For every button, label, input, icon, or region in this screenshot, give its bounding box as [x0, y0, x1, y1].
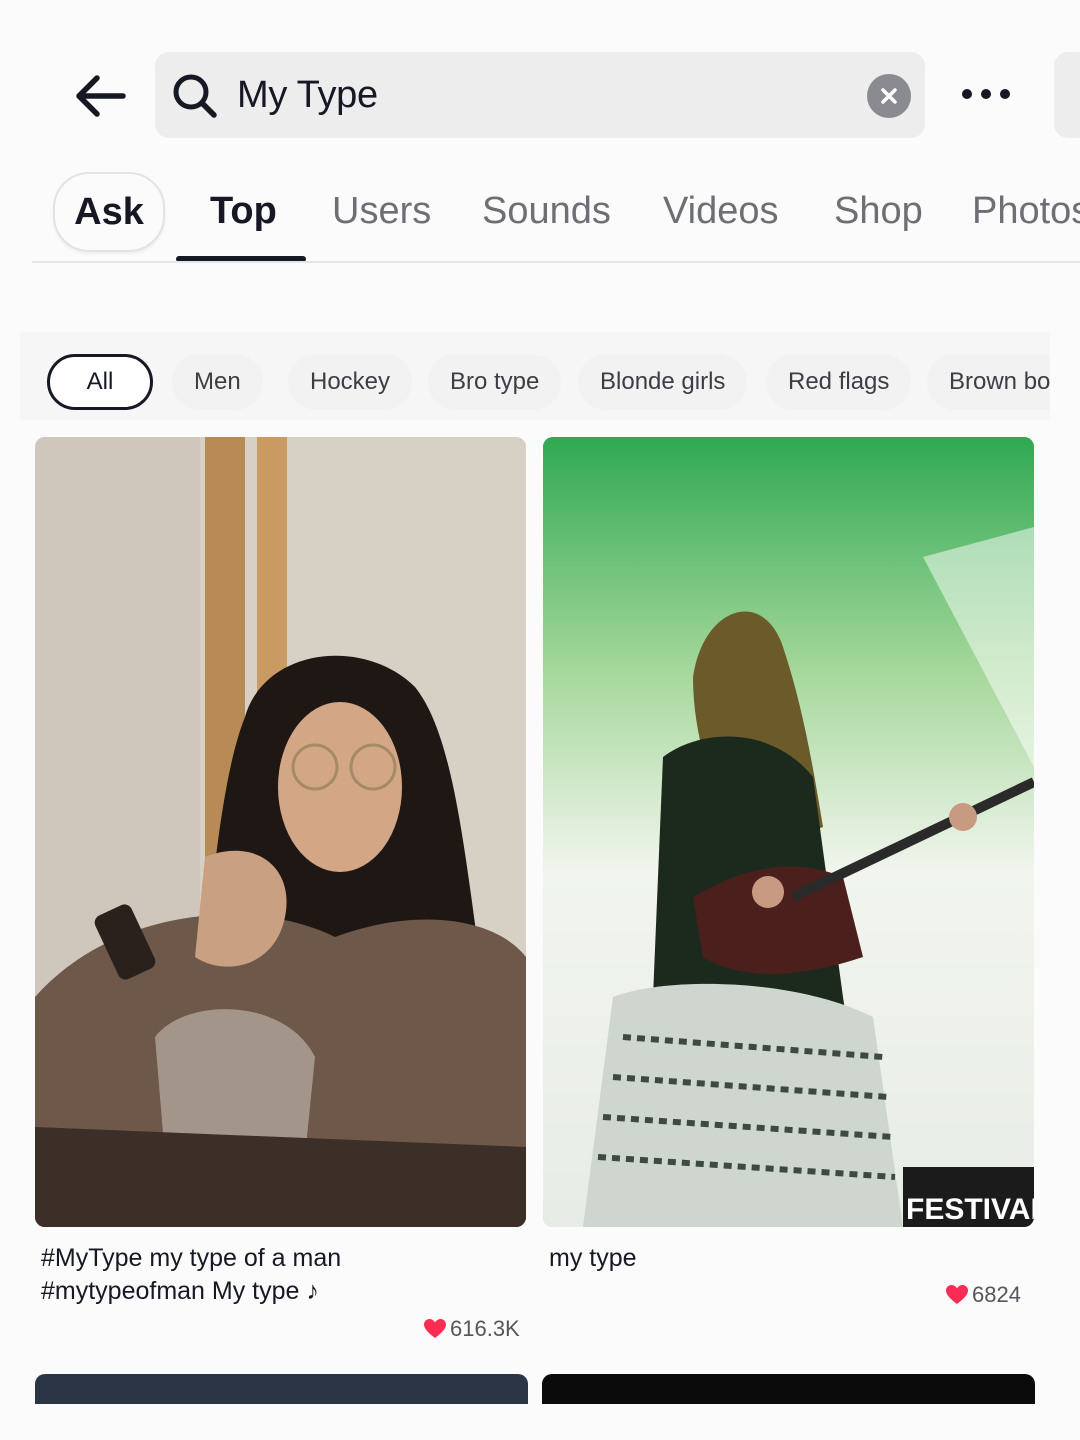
- heart-icon: [424, 1319, 446, 1338]
- thumbnail-illustration: [35, 437, 526, 1227]
- video-caption: #MyType my type of a man #mytypeofman My…: [41, 1242, 521, 1308]
- filter-chip-blonde-girls[interactable]: Blonde girls: [578, 354, 748, 410]
- more-icon: [981, 89, 991, 99]
- tabs-divider: [32, 261, 1080, 263]
- search-input[interactable]: My Type: [237, 74, 378, 117]
- filter-chip-hockey[interactable]: Hockey: [288, 354, 413, 410]
- heart-icon: [946, 1285, 968, 1304]
- filter-chip-red-flags[interactable]: Red flags: [766, 354, 912, 410]
- clear-icon: [881, 88, 897, 104]
- clear-search-button[interactable]: [867, 74, 911, 118]
- video-thumbnail[interactable]: [542, 1374, 1035, 1404]
- caption-line: my type: [549, 1244, 637, 1272]
- filter-chip-row[interactable]: All Men Hockey Bro type Blonde girls Red…: [20, 332, 1050, 420]
- search-bar[interactable]: My Type: [155, 52, 925, 138]
- like-count: 616.3K: [424, 1316, 520, 1342]
- thumbnail-illustration: FESTIVALP: [543, 437, 1034, 1227]
- adjacent-search-field: [1054, 52, 1080, 138]
- like-count-value: 616.3K: [450, 1316, 520, 1341]
- tab-shop[interactable]: Shop: [834, 190, 923, 233]
- filter-chip-all[interactable]: All: [47, 354, 153, 410]
- more-icon: [962, 89, 972, 99]
- tab-ask[interactable]: Ask: [53, 172, 165, 252]
- like-count-value: 6824: [972, 1282, 1021, 1307]
- video-thumbnail[interactable]: FESTIVALP: [543, 437, 1034, 1227]
- tab-top[interactable]: Top: [210, 190, 277, 233]
- more-options-button[interactable]: [948, 72, 1024, 116]
- video-caption: my type: [549, 1242, 1029, 1275]
- more-icon: [1000, 89, 1010, 99]
- search-results-screen: My Type Ask Top Users Sounds Videos Shop…: [0, 0, 1080, 1440]
- search-icon: [173, 74, 217, 118]
- filter-chip-bro-type[interactable]: Bro type: [428, 354, 562, 410]
- filter-chip-brown-boys[interactable]: Brown boys: [927, 354, 1050, 410]
- back-button[interactable]: [66, 66, 132, 126]
- like-count: 6824: [946, 1282, 1021, 1308]
- tab-photos[interactable]: Photos: [972, 190, 1080, 233]
- video-thumbnail[interactable]: [35, 1374, 528, 1404]
- tab-bar: Ask Top Users Sounds Videos Shop Photos: [0, 168, 1080, 264]
- tab-users[interactable]: Users: [332, 190, 431, 233]
- tab-sounds[interactable]: Sounds: [482, 190, 611, 233]
- back-arrow-icon: [76, 75, 126, 117]
- caption-line: #mytypeofman My type ♪: [41, 1277, 319, 1305]
- watermark-text: FESTIVALP: [906, 1193, 1034, 1226]
- caption-line: #MyType my type of a man: [41, 1244, 342, 1272]
- tab-videos[interactable]: Videos: [663, 190, 779, 233]
- video-thumbnail[interactable]: [35, 437, 526, 1227]
- filter-chip-men[interactable]: Men: [172, 354, 263, 410]
